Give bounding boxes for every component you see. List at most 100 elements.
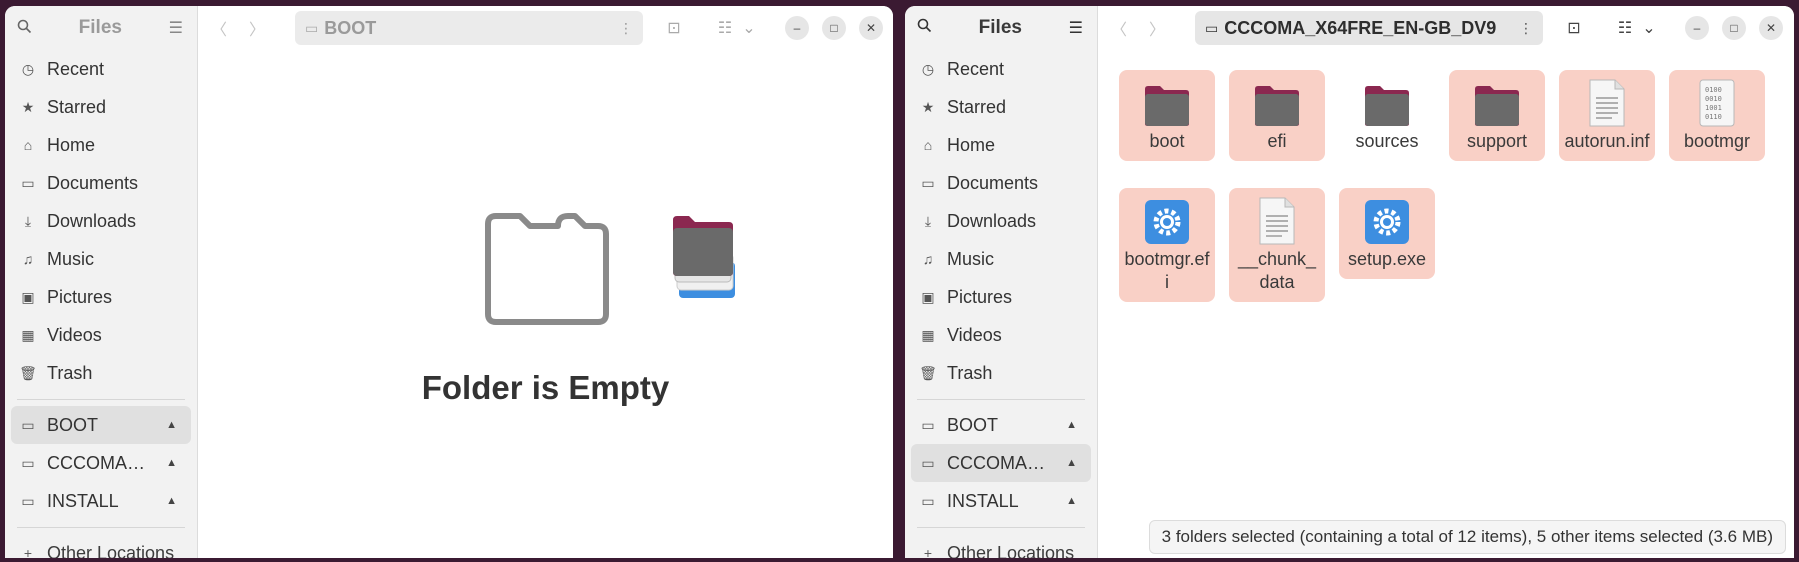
sidebar-item-other-locations[interactable]: + Other Locations: [11, 534, 191, 559]
header-bar: 〈 〉 ▭ BOOT ⋮ ⊡ ☷ ⌄ – □ ✕: [198, 6, 893, 50]
files-window-right: Files ☰ ◷ Recent ★ Starred ⌂ Home ▭ Document…: [905, 6, 1794, 558]
file-tile-support[interactable]: support: [1449, 70, 1545, 161]
sidebar-item-pictures[interactable]: ▣ Pictures: [11, 278, 191, 316]
path-bar[interactable]: ▭ CCCOMA_X64FRE_EN-GB_DV9 ⋮: [1195, 11, 1543, 45]
sidebar-item-starred[interactable]: ★ Starred: [11, 88, 191, 126]
sidebar-item-downloads[interactable]: ⤓ Downloads: [11, 202, 191, 240]
svg-text:0100: 0100: [1705, 86, 1722, 94]
forward-icon[interactable]: 〉: [242, 13, 272, 43]
sidebar-item-install[interactable]: ▭ INSTALL ▲: [11, 482, 191, 520]
sidebar-item-trash[interactable]: 🗑 Trash: [11, 354, 191, 392]
back-icon[interactable]: 〈: [204, 13, 234, 43]
file-tile-boot[interactable]: boot: [1119, 70, 1215, 161]
home-icon: ⌂: [23, 137, 33, 153]
empty-folder-message: Folder is Empty: [421, 369, 670, 406]
sidebar-separator: [17, 399, 185, 400]
sidebar-item-recent[interactable]: ◷ Recent: [911, 50, 1091, 88]
sidebar-item-documents[interactable]: ▭ Documents: [911, 164, 1091, 202]
close-button[interactable]: ✕: [1759, 16, 1783, 40]
folder-icon: [1365, 86, 1409, 126]
svg-text:0110: 0110: [1705, 113, 1722, 121]
drive-icon: ▭: [921, 454, 935, 471]
header-bar: 〈 〉 ▭ CCCOMA_X64FRE_EN-GB_DV9 ⋮ ⊡ ☷ ⌄ – …: [1098, 6, 1794, 50]
eject-icon[interactable]: ▲: [1066, 419, 1077, 431]
sidebar-item-starred[interactable]: ★ Starred: [911, 88, 1091, 126]
file-tile-sources[interactable]: sources: [1339, 70, 1435, 161]
app-title: Files: [78, 17, 122, 38]
search-icon[interactable]: [917, 18, 932, 38]
sidebar-item-install[interactable]: ▭ INSTALL ▲: [911, 482, 1091, 520]
selection-status-bar: 3 folders selected (containing a total o…: [1148, 520, 1786, 554]
search-icon[interactable]: [17, 19, 32, 38]
sidebar-item-videos[interactable]: ▦ Videos: [11, 316, 191, 354]
document-icon: ▭: [921, 174, 935, 191]
hamburger-menu-icon[interactable]: ☰: [169, 18, 183, 38]
text-file-icon: [1589, 79, 1625, 127]
folder-icon: [1145, 86, 1189, 126]
clock-icon: ◷: [921, 60, 935, 77]
svg-text:1001: 1001: [1705, 104, 1722, 112]
file-tile-bootmgr-efi[interactable]: bootmgr.efi: [1119, 188, 1215, 302]
minimize-button[interactable]: –: [785, 16, 809, 40]
file-tile-efi[interactable]: efi: [1229, 70, 1325, 161]
sidebar-item-boot[interactable]: ▭ BOOT ▲: [11, 406, 191, 444]
sidebar-item-videos[interactable]: ▦ Videos: [911, 316, 1091, 354]
sidebar-item-cccoma[interactable]: ▭ CCCOMA… ▲: [11, 444, 191, 482]
sidebar-item-home[interactable]: ⌂ Home: [911, 126, 1091, 164]
file-tile-bootmgr[interactable]: 0100 0010 1001 0110 bootmgr: [1669, 70, 1765, 161]
sidebar: Files ☰ ◷ Recent ★ Starred ⌂ Home ▭ Document…: [5, 6, 198, 558]
sidebar-item-downloads[interactable]: ⤓ Downloads: [911, 202, 1091, 240]
file-tile-autorun[interactable]: autorun.inf: [1559, 70, 1655, 161]
plus-icon: +: [23, 545, 33, 558]
trash-icon: 🗑: [919, 364, 937, 381]
path-label: CCCOMA_X64FRE_EN-GB_DV9: [1224, 17, 1497, 38]
minimize-button[interactable]: –: [1685, 16, 1709, 40]
main-pane: 〈 〉 ▭ CCCOMA_X64FRE_EN-GB_DV9 ⋮ ⊡ ☷ ⌄ – …: [1098, 6, 1794, 558]
eject-icon[interactable]: ▲: [166, 495, 177, 507]
sidebar-item-documents[interactable]: ▭ Documents: [11, 164, 191, 202]
download-icon: ⤓: [24, 212, 32, 229]
sidebar-item-home[interactable]: ⌂ Home: [11, 126, 191, 164]
sidebar-item-boot[interactable]: ▭ BOOT ▲: [911, 406, 1091, 444]
sidebar-item-recent[interactable]: ◷ Recent: [11, 50, 191, 88]
eject-icon[interactable]: ▲: [1066, 457, 1077, 469]
empty-folder-illustration: [480, 208, 615, 333]
sidebar-item-music[interactable]: ♫ Music: [11, 240, 191, 278]
sidebar-item-music[interactable]: ♫ Music: [911, 240, 1091, 278]
document-icon: ▭: [21, 174, 35, 191]
path-bar[interactable]: ▭ BOOT ⋮: [295, 11, 643, 45]
back-icon[interactable]: 〈: [1104, 13, 1134, 43]
chevron-down-icon[interactable]: ⌄: [734, 13, 764, 43]
star-icon: ★: [21, 98, 35, 115]
more-options-icon[interactable]: ⋮: [619, 20, 633, 37]
trash-icon: 🗑: [19, 364, 37, 381]
sidebar-item-other-locations[interactable]: + Other Locations: [911, 534, 1091, 559]
drive-icon: ▭: [21, 416, 35, 433]
new-folder-icon[interactable]: ⊡: [659, 13, 689, 43]
eject-icon[interactable]: ▲: [1066, 495, 1077, 507]
eject-icon[interactable]: ▲: [166, 419, 177, 431]
forward-icon[interactable]: 〉: [1142, 13, 1172, 43]
close-button[interactable]: ✕: [859, 16, 883, 40]
sidebar-item-cccoma[interactable]: ▭ CCCOMA… ▲: [911, 444, 1091, 482]
hamburger-menu-icon[interactable]: ☰: [1069, 18, 1083, 38]
maximize-button[interactable]: □: [822, 16, 846, 40]
sidebar-item-trash[interactable]: 🗑 Trash: [911, 354, 1091, 392]
eject-icon[interactable]: ▲: [166, 457, 177, 469]
clock-icon: ◷: [21, 60, 35, 77]
more-options-icon[interactable]: ⋮: [1519, 20, 1533, 37]
new-folder-icon[interactable]: ⊡: [1559, 13, 1589, 43]
sidebar-item-pictures[interactable]: ▣ Pictures: [911, 278, 1091, 316]
drive-icon: ▭: [921, 492, 935, 509]
plus-icon: +: [923, 545, 933, 558]
file-tile-chunk-data[interactable]: __chunk_data: [1229, 188, 1325, 302]
executable-gear-icon: [1145, 200, 1189, 244]
maximize-button[interactable]: □: [1722, 16, 1746, 40]
sidebar-separator: [17, 527, 185, 528]
empty-folder-icon: [485, 213, 609, 325]
executable-gear-icon: [1365, 200, 1409, 244]
chevron-down-icon[interactable]: ⌄: [1634, 13, 1664, 43]
music-icon: ♫: [22, 251, 34, 267]
file-tile-setup-exe[interactable]: setup.exe: [1339, 188, 1435, 279]
drive-icon: ▭: [21, 492, 35, 509]
